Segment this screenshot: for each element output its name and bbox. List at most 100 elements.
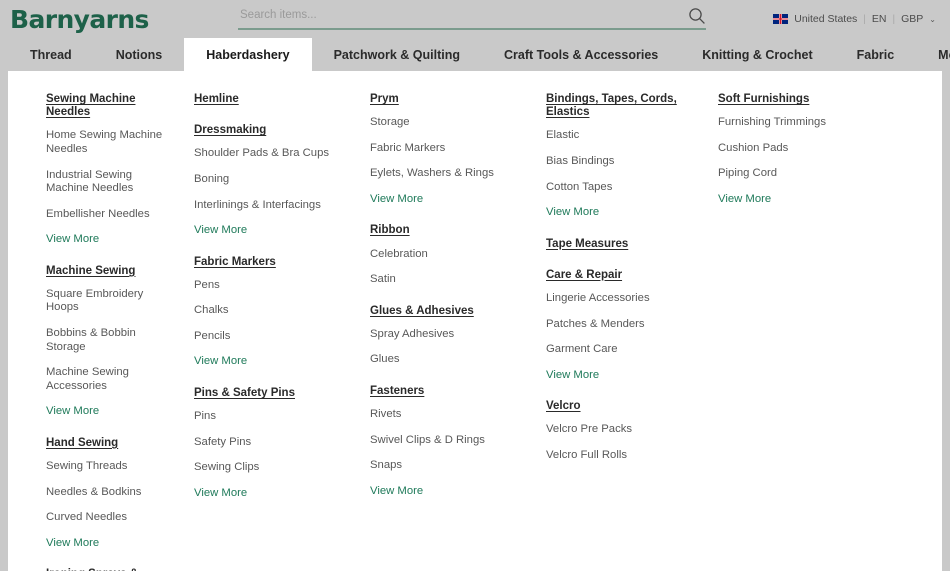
menu-item[interactable]: Industrial Sewing Machine Needles — [46, 169, 172, 196]
menu-group-title[interactable]: Hemline — [194, 93, 350, 106]
menu-item[interactable]: Lingerie Accessories — [546, 292, 698, 306]
menu-group-title[interactable]: Prym — [370, 93, 526, 106]
menu-group-title[interactable]: Velcro — [546, 400, 698, 413]
view-more-link[interactable]: View More — [194, 487, 350, 501]
menu-item[interactable]: Embellisher Needles — [46, 208, 172, 222]
search-input[interactable] — [238, 9, 688, 25]
menu-group-title[interactable]: Fabric Markers — [194, 256, 350, 269]
menu-group-title[interactable]: Hand Sewing — [46, 437, 172, 450]
view-more-link[interactable]: View More — [370, 485, 526, 499]
search-icon[interactable] — [688, 7, 706, 25]
currency-selector[interactable]: GBP — [901, 13, 923, 25]
menu-group-title[interactable]: Ribbon — [370, 224, 526, 237]
menu-item[interactable]: Celebration — [370, 248, 526, 262]
nav-item-label: Craft Tools & Accessories — [504, 47, 659, 62]
menu-group: Dressmaking Shoulder Pads & Bra Cups Bonin… — [194, 124, 350, 237]
menu-group-title[interactable]: Soft Furnishings — [718, 93, 898, 106]
menu-item[interactable]: Interlinings & Interfacings — [194, 199, 350, 213]
menu-item[interactable]: Storage — [370, 116, 526, 130]
menu-item[interactable]: Home Sewing Machine Needles — [46, 129, 172, 156]
chevron-down-icon[interactable]: ⌄ — [929, 15, 936, 24]
menu-item[interactable]: Pins — [194, 410, 350, 424]
menu-item[interactable]: Rivets — [370, 408, 526, 422]
menu-group-title[interactable]: Tape Measures — [546, 238, 698, 251]
menu-item[interactable]: Sewing Clips — [194, 461, 350, 475]
nav-item-label: Knitting & Crochet — [702, 47, 813, 62]
view-more-link[interactable]: View More — [546, 369, 698, 383]
country-selector[interactable]: United States — [794, 13, 857, 25]
menu-item[interactable]: Bias Bindings — [546, 155, 698, 169]
menu-item[interactable]: Sewing Threads — [46, 460, 172, 474]
view-more-link[interactable]: View More — [718, 193, 898, 207]
menu-item[interactable]: Spray Adhesives — [370, 328, 526, 342]
menu-group-title[interactable]: Glues & Adhesives — [370, 305, 526, 318]
menu-item[interactable]: Elastic — [546, 129, 698, 143]
menu-item[interactable]: Piping Cord — [718, 167, 898, 181]
menu-group-title[interactable]: Bindings, Tapes, Cords, Elastics — [546, 93, 698, 119]
menu-group: Fabric Markers Pens Chalks Pencils View More — [194, 256, 350, 369]
view-more-link[interactable]: View More — [194, 224, 350, 238]
nav-item-thread[interactable]: Thread — [8, 38, 94, 71]
view-more-link[interactable]: View More — [46, 537, 172, 551]
nav-item-craft-tools-accessories[interactable]: Craft Tools & Accessories — [482, 38, 680, 71]
menu-item[interactable]: Glues — [370, 353, 526, 367]
menu-item[interactable]: Cotton Tapes — [546, 181, 698, 195]
menu-item[interactable]: Eylets, Washers & Rings — [370, 167, 526, 181]
menu-item[interactable]: Needles & Bodkins — [46, 486, 172, 500]
nav-item-knitting-crochet[interactable]: Knitting & Crochet — [680, 38, 834, 71]
menu-item[interactable]: Snaps — [370, 459, 526, 473]
menu-item[interactable]: Chalks — [194, 304, 350, 318]
menu-group: Prym Storage Fabric Markers Eylets, Washers… — [370, 93, 526, 206]
menu-item[interactable]: Curved Needles — [46, 511, 172, 525]
menu-group-title[interactable]: Care & Repair — [546, 269, 698, 282]
menu-item[interactable]: Garment Care — [546, 343, 698, 357]
menu-group: Sewing Machine Needles Home Sewing Machin… — [46, 93, 172, 247]
menu-item[interactable]: Swivel Clips & D Rings — [370, 434, 526, 448]
menu-item[interactable]: Machine Sewing Accessories — [46, 366, 172, 393]
menu-item[interactable]: Square Embroidery Hoops — [46, 288, 172, 315]
mega-menu-column-2: Hemline Dressmaking Shoulder Pads & Bra Cu… — [186, 93, 364, 571]
view-more-link[interactable]: View More — [194, 355, 350, 369]
menu-item[interactable]: Shoulder Pads & Bra Cups — [194, 147, 350, 161]
menu-item[interactable]: Safety Pins — [194, 436, 350, 450]
menu-group: Hand Sewing Sewing Threads Needles & Bodki… — [46, 437, 172, 550]
menu-item[interactable]: Bobbins & Bobbin Storage — [46, 327, 172, 354]
nav-item-haberdashery[interactable]: Haberdashery — [184, 38, 312, 71]
menu-group-title[interactable]: Fasteners — [370, 385, 526, 398]
nav-item-patchwork-quilting[interactable]: Patchwork & Quilting — [312, 38, 482, 71]
nav-item-label: Thread — [30, 47, 72, 62]
nav-item-fabric[interactable]: Fabric — [835, 38, 917, 71]
view-more-link[interactable]: View More — [46, 233, 172, 247]
view-more-link[interactable]: View More — [46, 405, 172, 419]
view-more-link[interactable]: View More — [546, 206, 698, 220]
menu-group: Ribbon Celebration Satin — [370, 224, 526, 286]
locale-divider: | — [863, 13, 866, 25]
site-header: Barnyarns United States | EN | GBP ⌄ — [0, 0, 950, 38]
menu-group: Fasteners Rivets Swivel Clips & D Rings Sna… — [370, 385, 526, 498]
mega-menu-column-1: Sewing Machine Needles Home Sewing Machin… — [8, 93, 186, 571]
menu-group: Care & Repair Lingerie Accessories Patches… — [546, 269, 698, 382]
menu-item[interactable]: Velcro Pre Packs — [546, 423, 698, 437]
menu-item[interactable]: Boning — [194, 173, 350, 187]
nav-item-notions[interactable]: Notions — [94, 38, 185, 71]
mega-menu-column-4: Bindings, Tapes, Cords, Elastics Elastic B… — [540, 93, 712, 571]
language-selector[interactable]: EN — [872, 13, 887, 25]
menu-group-title[interactable]: Dressmaking — [194, 124, 350, 137]
search-bar[interactable] — [238, 6, 706, 30]
menu-item[interactable]: Furnishing Trimmings — [718, 116, 898, 130]
menu-group-title[interactable]: Pins & Safety Pins — [194, 387, 350, 400]
menu-item[interactable]: Velcro Full Rolls — [546, 449, 698, 463]
menu-item[interactable]: Cushion Pads — [718, 142, 898, 156]
menu-item[interactable]: Fabric Markers — [370, 142, 526, 156]
menu-group-title[interactable]: Sewing Machine Needles — [46, 93, 172, 119]
header-locale-controls: United States | EN | GBP ⌄ — [773, 0, 936, 38]
menu-item[interactable]: Pencils — [194, 330, 350, 344]
nav-item-more[interactable]: More⌄ — [916, 38, 950, 71]
menu-group-title[interactable]: Machine Sewing — [46, 265, 172, 278]
menu-item[interactable]: Satin — [370, 273, 526, 287]
brand-logo[interactable]: Barnyarns — [10, 7, 149, 32]
nav-item-label: Notions — [115, 47, 163, 62]
menu-item[interactable]: Patches & Menders — [546, 318, 698, 332]
menu-item[interactable]: Pens — [194, 279, 350, 293]
view-more-link[interactable]: View More — [370, 193, 526, 207]
